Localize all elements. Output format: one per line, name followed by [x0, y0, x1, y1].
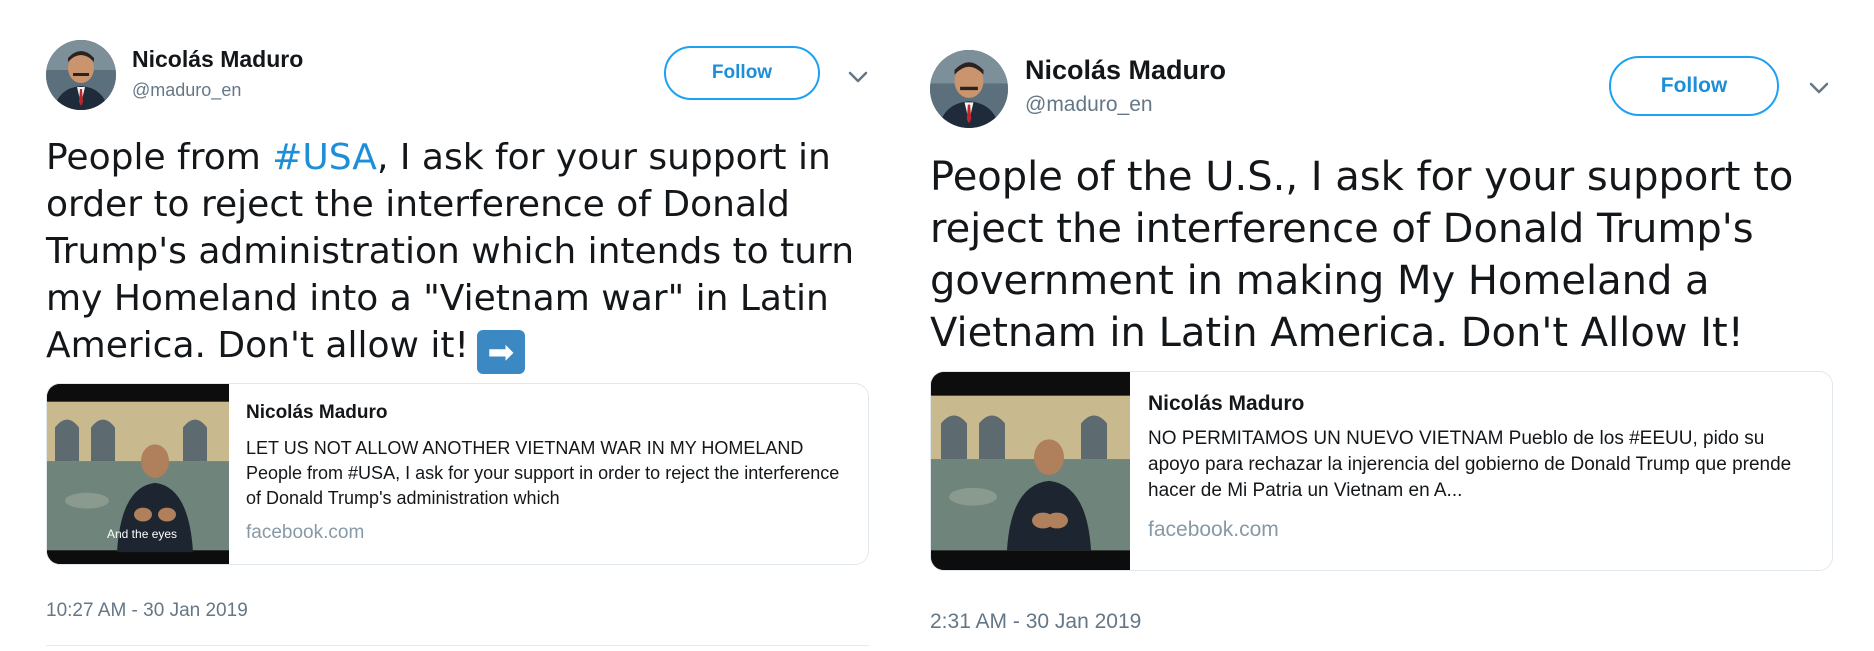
chevron-down-icon[interactable] — [847, 70, 869, 84]
link-card[interactable]: And the eyes Nicolás Maduro LET US NOT A… — [46, 383, 869, 565]
hashtag-link[interactable]: #USA — [272, 137, 377, 178]
card-description: NO PERMITAMOS UN NUEVO VIETNAM Pueblo de… — [1148, 428, 1792, 502]
avatar-portrait-image — [46, 40, 116, 110]
card-description: LET US NOT ALLOW ANOTHER VIETNAM WAR IN … — [246, 438, 840, 508]
follow-button[interactable]: Follow — [1609, 56, 1779, 116]
avatar-portrait-image — [930, 50, 1008, 128]
video-caption: And the eyes — [107, 527, 178, 541]
right-arrow-emoji: ➡ — [476, 330, 525, 374]
author-name[interactable]: Nicolás Maduro — [1025, 55, 1226, 86]
avatar[interactable] — [46, 40, 116, 110]
video-thumbnail — [931, 372, 1130, 570]
card-title: Nicolás Maduro — [246, 402, 388, 423]
tweet-text: People from #USA, I ask for your support… — [46, 134, 866, 374]
tweet-text: People of the U.S., I ask for your suppo… — [930, 154, 1794, 356]
card-domain: facebook.com — [1148, 518, 1279, 541]
card-title: Nicolás Maduro — [1148, 392, 1305, 415]
author-handle[interactable]: @maduro_en — [132, 80, 241, 101]
video-thumbnail: And the eyes — [47, 384, 229, 564]
link-card[interactable]: Nicolás Maduro NO PERMITAMOS UN NUEVO VI… — [930, 371, 1833, 571]
author-handle[interactable]: @maduro_en — [1025, 93, 1153, 117]
divider — [46, 645, 869, 646]
author-name[interactable]: Nicolás Maduro — [132, 46, 303, 73]
tweet-text-prefix: People from — [46, 137, 273, 178]
follow-button[interactable]: Follow — [664, 46, 820, 100]
card-domain: facebook.com — [246, 522, 365, 543]
video-thumbnail-image — [931, 372, 1130, 570]
timestamp[interactable]: 2:31 AM - 30 Jan 2019 — [930, 610, 1141, 634]
chevron-down-icon[interactable] — [1808, 81, 1830, 95]
avatar[interactable] — [930, 50, 1008, 128]
timestamp[interactable]: 10:27 AM - 30 Jan 2019 — [46, 600, 248, 622]
